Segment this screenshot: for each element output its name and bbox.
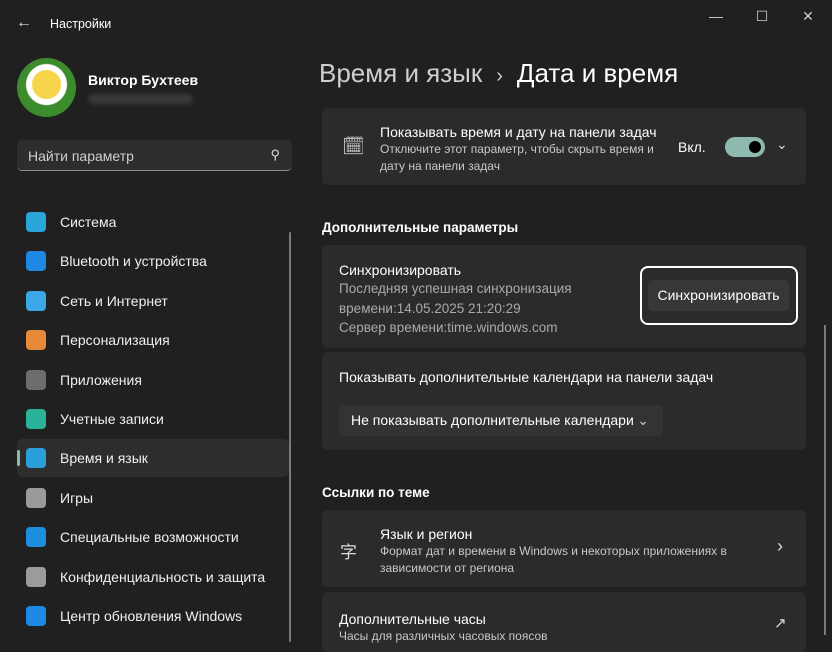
sidebar-item[interactable]: Bluetooth и устройства <box>17 242 289 280</box>
time-language-icon <box>26 448 46 469</box>
toggle-state-label: Вкл. <box>678 139 706 155</box>
back-button[interactable]: ← <box>16 14 32 32</box>
taskbar-datetime-card[interactable]: 🗓 Показывать время и дату на панели зада… <box>322 108 806 185</box>
sidebar-item[interactable]: Конфиденциальность и защита <box>17 558 289 596</box>
window-title: Настройки <box>50 17 112 31</box>
sidebar-item-label: Персонализация <box>60 332 170 349</box>
sidebar-item-label: Игры <box>60 489 94 506</box>
sync-last-time: времени:14.05.2025 21:20:29 <box>339 300 521 316</box>
minimize-button[interactable]: — <box>706 8 726 24</box>
chevron-down-icon[interactable]: ⌄ <box>776 136 788 153</box>
link-description: Часы для различных часовых поясов <box>339 629 548 643</box>
sidebar-item-label: Bluetooth и устройства <box>60 253 207 270</box>
close-button[interactable]: ✕ <box>798 8 818 25</box>
sidebar-item[interactable]: Учетные записи <box>17 400 289 438</box>
card-title: Показывать время и дату на панели задач <box>380 124 657 140</box>
sidebar-item[interactable]: Специальные возможности <box>17 518 289 556</box>
network-icon <box>26 290 46 311</box>
sidebar-item-label: Время и язык <box>60 450 148 467</box>
card-description: Отключите этот параметр, чтобы скрыть вр… <box>380 142 654 173</box>
search-icon: ⚲ <box>270 147 280 162</box>
search-input[interactable]: Найти параметр ⚲ <box>17 140 292 171</box>
sidebar-item[interactable]: Игры <box>17 479 289 517</box>
sync-button[interactable]: Синхронизировать <box>648 280 789 311</box>
apps-icon <box>26 369 46 390</box>
section-heading-additional: Дополнительные параметры <box>322 220 519 235</box>
link-desc-line: Формат дат и времени в Windows и некотор… <box>380 544 727 558</box>
link-additional-clocks[interactable]: Дополнительные часы Часы для различных ч… <box>322 592 806 652</box>
main-scrollbar[interactable] <box>824 325 826 635</box>
sync-last-label: Последняя успешная синхронизация <box>339 281 572 296</box>
privacy-icon <box>26 566 46 587</box>
chevron-down-icon: ⌄ <box>637 412 649 428</box>
system-icon <box>26 212 46 232</box>
page-title: Дата и время <box>516 58 679 88</box>
gaming-icon <box>26 487 46 508</box>
maximize-button[interactable]: ☐ <box>752 8 772 25</box>
calendar-clock-icon: 🗓 <box>342 136 365 156</box>
sidebar-item-label: Специальные возможности <box>60 529 239 546</box>
accounts-icon <box>26 409 46 429</box>
breadcrumb-parent[interactable]: Время и язык <box>319 58 482 88</box>
chevron-right-icon: › <box>777 536 783 556</box>
link-title: Дополнительные часы <box>339 611 486 627</box>
personalization-icon <box>26 330 46 351</box>
sync-title: Синхронизировать <box>339 262 462 278</box>
section-heading-links: Ссылки по теме <box>322 485 430 500</box>
breadcrumb-separator: › <box>496 65 503 87</box>
sidebar-item[interactable]: Сеть и Интернет <box>17 282 289 320</box>
calendars-card: Показывать дополнительные календари на п… <box>322 352 806 450</box>
calendars-selected: Не показывать дополнительные календари <box>351 412 634 428</box>
external-link-icon: ↗ <box>774 615 787 632</box>
taskbar-datetime-toggle[interactable] <box>725 137 765 157</box>
sidebar-item-label: Сеть и Интернет <box>60 292 168 309</box>
sidebar-item[interactable]: Приложения <box>17 361 289 399</box>
sidebar-item[interactable]: Время и язык <box>17 439 289 478</box>
sidebar-item-label: Конфиденциальность и защита <box>60 568 266 585</box>
sidebar-item[interactable]: Персонализация <box>17 321 289 359</box>
breadcrumb: Время и язык › Дата и время <box>319 58 678 89</box>
sidebar-item-label: Центр обновления Windows <box>60 608 243 624</box>
sidebar-scrollbar[interactable] <box>289 232 291 642</box>
sync-details: Последняя успешная синхронизация времени… <box>339 279 572 338</box>
language-icon: 字 <box>340 543 357 562</box>
windows-update-icon <box>26 606 46 626</box>
selection-indicator <box>17 450 20 467</box>
sync-server: Сервер времени:time.windows.com <box>339 320 558 335</box>
link-desc-line: зависимости от региона <box>380 561 515 575</box>
sidebar-item-label: Система <box>60 214 117 230</box>
link-description: Формат дат и времени в Windows и некотор… <box>380 543 727 577</box>
sidebar-item[interactable]: Центр обновления Windows <box>17 597 289 635</box>
link-language-region[interactable]: 字 Язык и регион Формат дат и времени в W… <box>322 510 806 587</box>
search-placeholder: Найти параметр <box>28 148 134 164</box>
sidebar-item-label: Учетные записи <box>60 411 164 427</box>
bluetooth-icon <box>26 251 46 272</box>
sidebar-item[interactable]: Система <box>17 203 289 241</box>
sidebar-item-label: Приложения <box>60 371 142 388</box>
link-title: Язык и регион <box>380 526 473 542</box>
sync-card: Синхронизировать Последняя успешная синх… <box>322 245 806 348</box>
user-email-blurred <box>88 94 193 104</box>
avatar[interactable] <box>17 58 76 117</box>
user-name: Виктор Бухтеев <box>88 72 199 88</box>
calendars-dropdown[interactable]: Не показывать дополнительные календари ⌄ <box>339 405 663 436</box>
accessibility-icon <box>26 527 46 548</box>
sync-button-focus-ring: Синхронизировать <box>640 266 798 325</box>
calendars-title: Показывать дополнительные календари на п… <box>339 369 714 385</box>
